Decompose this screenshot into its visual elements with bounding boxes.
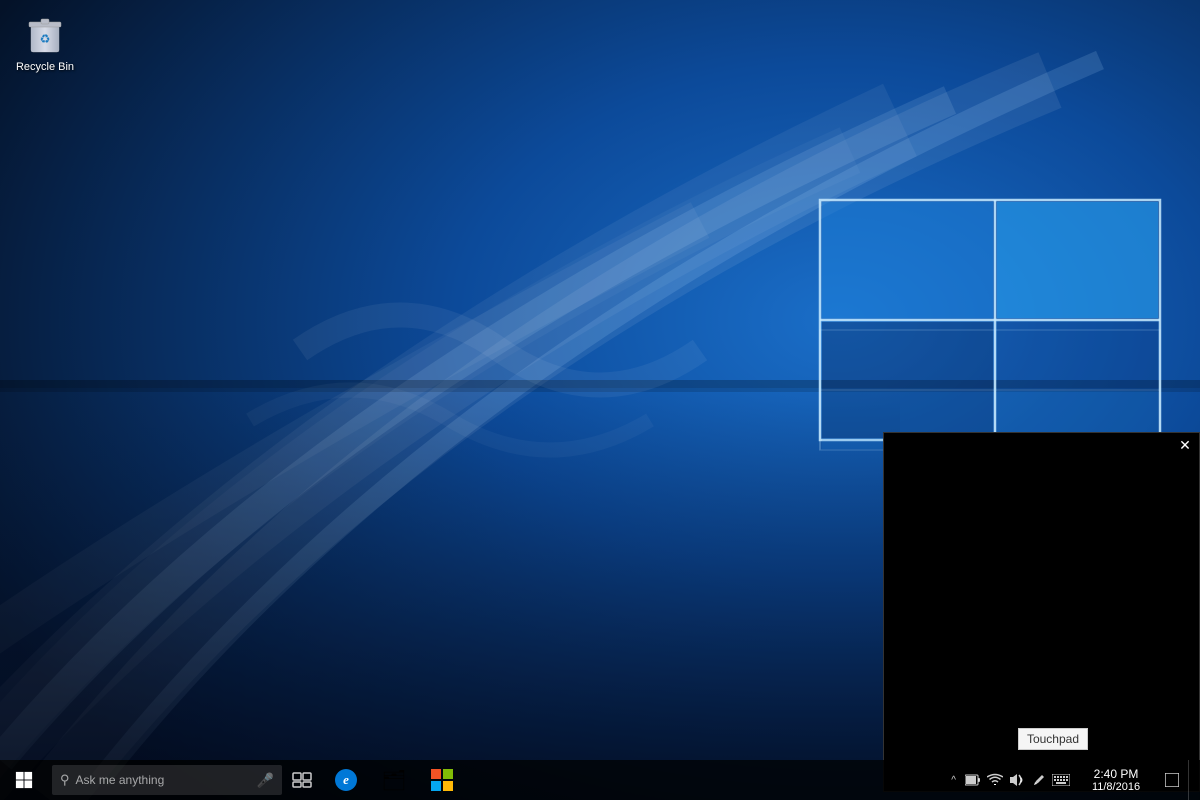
tray-icons <box>958 760 1076 800</box>
edge-icon: e <box>335 769 357 791</box>
keyboard-icon[interactable] <box>1050 760 1072 800</box>
notification-button[interactable] <box>1156 760 1188 800</box>
clock-date: 11/8/2016 <box>1092 781 1140 793</box>
task-view-button[interactable] <box>282 760 322 800</box>
clock-time: 2:40 PM <box>1094 767 1139 781</box>
taskbar-apps: e 🗂 <box>322 760 945 800</box>
start-button[interactable] <box>0 760 48 800</box>
search-placeholder: Ask me anything <box>76 773 257 787</box>
store-icon <box>431 769 453 791</box>
network-icon[interactable] <box>984 760 1006 800</box>
clock[interactable]: 2:40 PM 11/8/2016 <box>1076 760 1156 800</box>
system-tray: ^ <box>945 760 1200 800</box>
pen-icon[interactable] <box>1028 760 1050 800</box>
wifi-svg-icon <box>987 773 1003 787</box>
tray-overflow-button[interactable]: ^ <box>949 775 958 786</box>
volume-icon[interactable] <box>1006 760 1028 800</box>
volume-svg-icon <box>1009 773 1025 787</box>
windows-logo-icon <box>15 771 33 789</box>
svg-text:♻: ♻ <box>40 32 51 46</box>
microphone-icon[interactable]: 🎤 <box>257 772 274 789</box>
search-icon: ⚲ <box>60 772 70 788</box>
taskbar: ⚲ Ask me anything 🎤 e 🗂 <box>0 760 1200 800</box>
taskbar-app-store[interactable] <box>418 760 466 800</box>
pen-svg-icon <box>1032 773 1046 787</box>
task-view-icon <box>292 772 312 788</box>
popup-close-button[interactable]: ✕ <box>1175 435 1195 455</box>
taskbar-app-edge[interactable]: e <box>322 760 370 800</box>
recycle-bin-label: Recycle Bin <box>16 60 74 74</box>
desktop: ♻ Recycle Bin ✕ Touchpad ⚲ Ask me anythi… <box>0 0 1200 800</box>
recycle-bin-image: ♻ <box>25 12 65 56</box>
recycle-bin-icon[interactable]: ♻ Recycle Bin <box>10 8 80 78</box>
search-bar[interactable]: ⚲ Ask me anything 🎤 <box>52 765 282 795</box>
battery-icon[interactable] <box>962 760 984 800</box>
touchpad-tooltip: Touchpad <box>1018 728 1088 750</box>
taskbar-app-explorer[interactable]: 🗂 <box>370 760 418 800</box>
folder-icon: 🗂 <box>381 768 406 793</box>
notification-icon <box>1165 773 1179 787</box>
keyboard-svg-icon <box>1052 774 1070 786</box>
show-desktop-button[interactable] <box>1188 760 1196 800</box>
battery-svg-icon <box>965 774 981 786</box>
